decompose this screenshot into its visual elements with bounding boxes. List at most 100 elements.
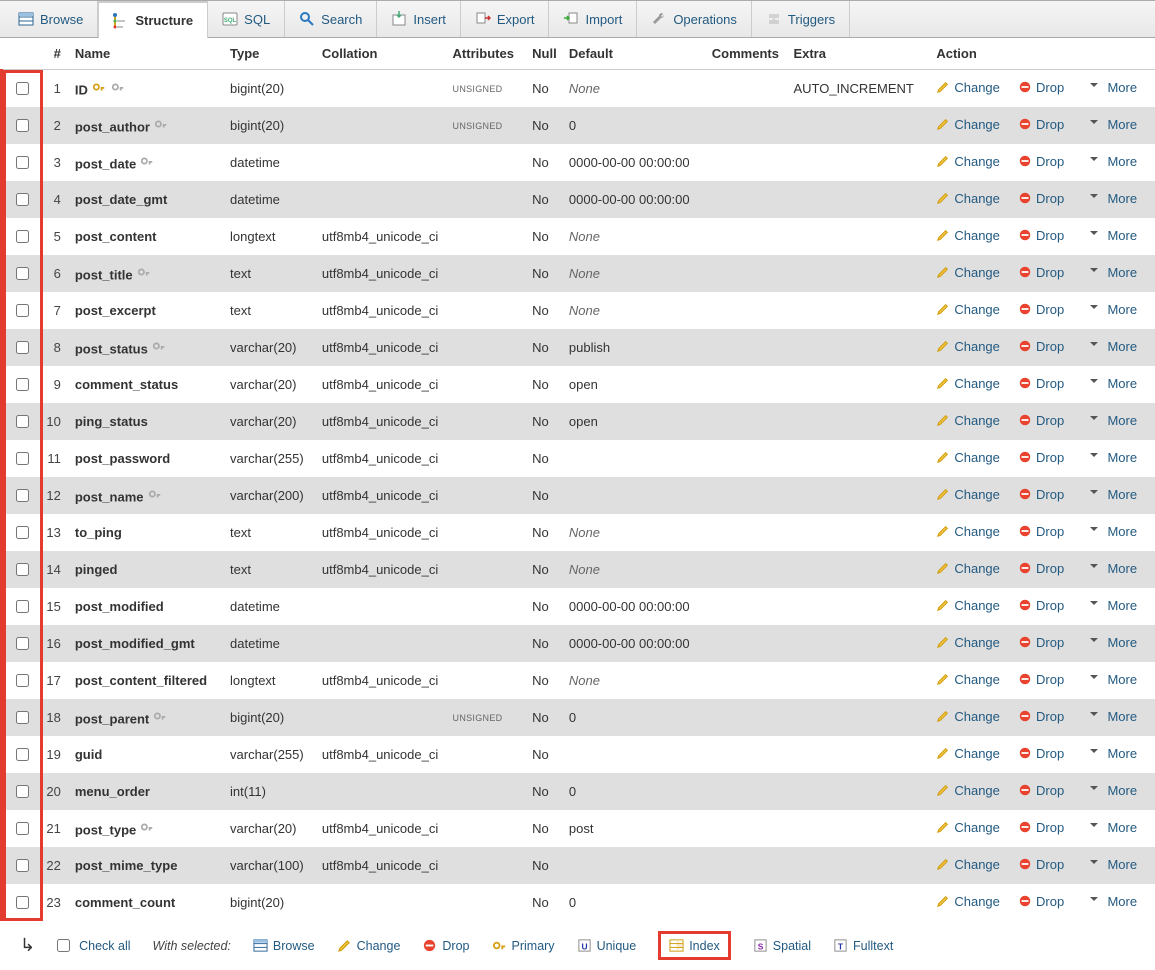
change-link[interactable]: Change (936, 117, 1000, 132)
more-link[interactable]: More (1089, 672, 1137, 687)
change-link[interactable]: Change (936, 820, 1000, 835)
drop-link[interactable]: Drop (1018, 117, 1064, 132)
more-link[interactable]: More (1089, 524, 1137, 539)
drop-link[interactable]: Drop (1018, 746, 1064, 761)
change-link[interactable]: Change (936, 783, 1000, 798)
tab-insert[interactable]: Insert (377, 1, 461, 37)
check-all-label[interactable]: Check all (79, 939, 130, 953)
drop-link[interactable]: Drop (1018, 228, 1064, 243)
tab-triggers[interactable]: Triggers (752, 1, 850, 37)
more-link[interactable]: More (1089, 376, 1137, 391)
drop-link[interactable]: Drop (1018, 413, 1064, 428)
row-checkbox[interactable] (16, 674, 29, 687)
check-all[interactable]: Check all (53, 936, 130, 955)
row-checkbox[interactable] (16, 378, 29, 391)
bulk-unique[interactable]: UUnique (577, 938, 637, 953)
more-link[interactable]: More (1089, 191, 1137, 206)
change-link[interactable]: Change (936, 80, 1000, 95)
more-link[interactable]: More (1089, 746, 1137, 761)
row-checkbox[interactable] (16, 304, 29, 317)
more-link[interactable]: More (1089, 339, 1137, 354)
drop-link[interactable]: Drop (1018, 672, 1064, 687)
row-checkbox[interactable] (16, 563, 29, 576)
row-checkbox[interactable] (16, 637, 29, 650)
bulk-fulltext[interactable]: TFulltext (833, 938, 893, 953)
row-checkbox[interactable] (16, 489, 29, 502)
change-link[interactable]: Change (936, 228, 1000, 243)
drop-link[interactable]: Drop (1018, 561, 1064, 576)
tab-sql[interactable]: SQLSQL (208, 1, 285, 37)
more-link[interactable]: More (1089, 709, 1137, 724)
drop-link[interactable]: Drop (1018, 635, 1064, 650)
drop-link[interactable]: Drop (1018, 487, 1064, 502)
change-link[interactable]: Change (936, 857, 1000, 872)
bulk-spatial[interactable]: SSpatial (753, 938, 811, 953)
change-link[interactable]: Change (936, 265, 1000, 280)
drop-link[interactable]: Drop (1018, 302, 1064, 317)
row-checkbox[interactable] (16, 415, 29, 428)
more-link[interactable]: More (1089, 228, 1137, 243)
tab-search[interactable]: Search (285, 1, 377, 37)
drop-link[interactable]: Drop (1018, 339, 1064, 354)
drop-link[interactable]: Drop (1018, 376, 1064, 391)
change-link[interactable]: Change (936, 191, 1000, 206)
drop-link[interactable]: Drop (1018, 524, 1064, 539)
more-link[interactable]: More (1089, 154, 1137, 169)
tab-structure[interactable]: Structure (98, 1, 208, 38)
row-checkbox[interactable] (16, 341, 29, 354)
more-link[interactable]: More (1089, 783, 1137, 798)
row-checkbox[interactable] (16, 526, 29, 539)
more-link[interactable]: More (1089, 265, 1137, 280)
tab-browse[interactable]: Browse (4, 1, 98, 37)
bulk-browse[interactable]: Browse (253, 938, 315, 953)
bulk-drop[interactable]: Drop (422, 938, 469, 953)
change-link[interactable]: Change (936, 154, 1000, 169)
change-link[interactable]: Change (936, 746, 1000, 761)
drop-link[interactable]: Drop (1018, 191, 1064, 206)
row-checkbox[interactable] (16, 822, 29, 835)
more-link[interactable]: More (1089, 820, 1137, 835)
change-link[interactable]: Change (936, 413, 1000, 428)
change-link[interactable]: Change (936, 302, 1000, 317)
row-checkbox[interactable] (16, 230, 29, 243)
change-link[interactable]: Change (936, 561, 1000, 576)
change-link[interactable]: Change (936, 487, 1000, 502)
row-checkbox[interactable] (16, 748, 29, 761)
row-checkbox[interactable] (16, 156, 29, 169)
row-checkbox[interactable] (16, 82, 29, 95)
change-link[interactable]: Change (936, 450, 1000, 465)
more-link[interactable]: More (1089, 117, 1137, 132)
drop-link[interactable]: Drop (1018, 154, 1064, 169)
row-checkbox[interactable] (16, 785, 29, 798)
change-link[interactable]: Change (936, 672, 1000, 687)
drop-link[interactable]: Drop (1018, 80, 1064, 95)
change-link[interactable]: Change (936, 524, 1000, 539)
more-link[interactable]: More (1089, 302, 1137, 317)
row-checkbox[interactable] (16, 711, 29, 724)
more-link[interactable]: More (1089, 561, 1137, 576)
change-link[interactable]: Change (936, 598, 1000, 613)
tab-export[interactable]: Export (461, 1, 550, 37)
more-link[interactable]: More (1089, 80, 1137, 95)
more-link[interactable]: More (1089, 413, 1137, 428)
row-checkbox[interactable] (16, 600, 29, 613)
bulk-change[interactable]: Change (337, 938, 401, 953)
more-link[interactable]: More (1089, 487, 1137, 502)
more-link[interactable]: More (1089, 635, 1137, 650)
change-link[interactable]: Change (936, 635, 1000, 650)
check-all-checkbox[interactable] (57, 939, 70, 952)
change-link[interactable]: Change (936, 339, 1000, 354)
change-link[interactable]: Change (936, 894, 1000, 909)
drop-link[interactable]: Drop (1018, 265, 1064, 280)
drop-link[interactable]: Drop (1018, 783, 1064, 798)
more-link[interactable]: More (1089, 598, 1137, 613)
row-checkbox[interactable] (16, 452, 29, 465)
bulk-primary[interactable]: Primary (492, 938, 555, 953)
tab-operations[interactable]: Operations (637, 1, 752, 37)
more-link[interactable]: More (1089, 450, 1137, 465)
row-checkbox[interactable] (16, 267, 29, 280)
drop-link[interactable]: Drop (1018, 709, 1064, 724)
row-checkbox[interactable] (16, 896, 29, 909)
drop-link[interactable]: Drop (1018, 894, 1064, 909)
bulk-index[interactable]: Index (658, 931, 731, 960)
